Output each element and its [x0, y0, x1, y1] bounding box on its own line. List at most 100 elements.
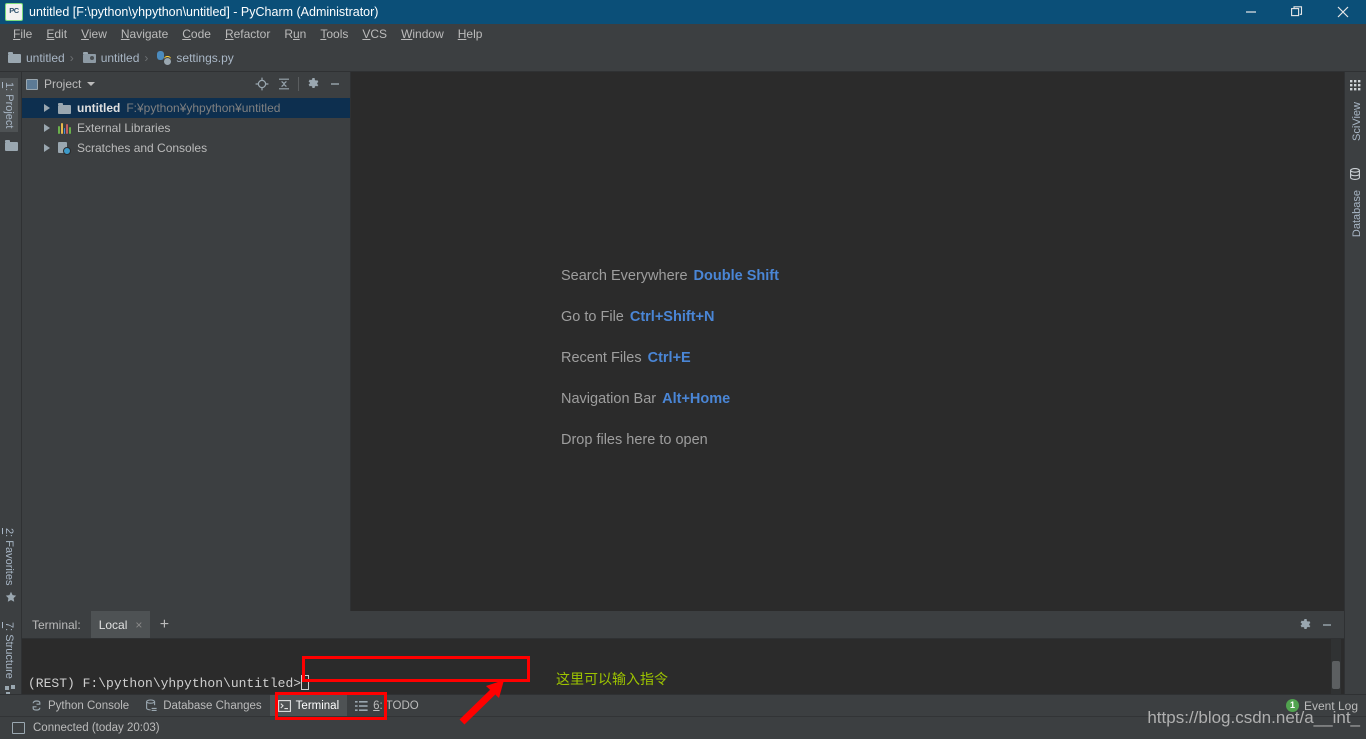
sidebar-item-database[interactable]: Database	[1348, 186, 1366, 241]
menu-refactor[interactable]: Refactor	[218, 25, 277, 43]
bottom-button-label: 6: TODO	[373, 699, 419, 712]
hint-label: Recent Files	[561, 350, 642, 366]
project-panel-actions	[251, 73, 346, 95]
terminal-tab-local[interactable]: Local ×	[90, 611, 151, 638]
collapse-all-icon[interactable]	[273, 73, 295, 95]
project-view-icon	[26, 78, 38, 90]
project-panel-header: Project	[22, 72, 350, 96]
minimize-button[interactable]	[1228, 0, 1274, 24]
project-panel-title-group[interactable]: Project	[26, 77, 96, 91]
locate-icon[interactable]	[251, 73, 273, 95]
terminal-label: Terminal:	[32, 617, 81, 632]
menu-window[interactable]: Window	[394, 25, 451, 43]
project-panel-title: Project	[44, 77, 82, 91]
hint-go-to-file: Go to File Ctrl+Shift+N	[561, 309, 779, 325]
breadcrumb-label: untitled	[100, 50, 140, 65]
sciview-label: SciView	[1351, 102, 1363, 141]
scratches-icon	[58, 141, 71, 155]
tree-node-label: External Libraries	[77, 121, 171, 135]
database-icon	[1349, 168, 1361, 180]
minimize-icon[interactable]	[324, 73, 346, 95]
sidebar-item-sciview[interactable]: SciView	[1348, 98, 1366, 145]
terminal-header: Terminal: Local × +	[22, 611, 1344, 639]
project-tool-window: Project untitled F:¥python¥yhpython¥unti…	[22, 72, 351, 611]
menu-vcs[interactable]: VCS	[355, 25, 394, 43]
window-title: untitled [F:\python\yhpython\untitled] -…	[29, 5, 379, 19]
bottom-button-todo[interactable]: 6: TODO	[347, 695, 427, 717]
menu-run[interactable]: Run	[277, 25, 313, 43]
minimize-icon[interactable]	[1316, 614, 1338, 636]
terminal-tab-label: Local	[98, 617, 128, 632]
gear-icon[interactable]	[1294, 614, 1316, 636]
editor-empty-area: Search Everywhere Double Shift Go to File…	[351, 72, 1344, 611]
menu-help[interactable]: Help	[451, 25, 490, 43]
terminal-prompt-line: (REST) F:\python\yhpython\untitled>	[28, 675, 310, 691]
bottom-button-python-console[interactable]: Python Console	[22, 695, 137, 717]
breadcrumb-item-file[interactable]: settings.py	[149, 50, 237, 66]
sidebar-item-favorites[interactable]: 2: Favorites	[0, 524, 18, 589]
bottom-button-label: Terminal	[295, 699, 340, 712]
chevron-right-icon[interactable]	[44, 124, 50, 132]
hint-recent-files: Recent Files Ctrl+E	[561, 350, 779, 366]
bottom-button-label: Python Console	[48, 699, 130, 712]
breadcrumb-item-project[interactable]: untitled	[0, 51, 69, 65]
hint-shortcut: Double Shift	[693, 268, 779, 284]
watermark: https://blog.csdn.net/a__int_	[1147, 708, 1360, 727]
status-text: Connected (today 20:03)	[33, 722, 160, 734]
breadcrumb-label: untitled	[26, 50, 65, 65]
close-icon[interactable]: ×	[135, 618, 142, 632]
tree-row-external-libraries[interactable]: External Libraries	[22, 118, 350, 138]
database-changes-icon	[145, 699, 158, 712]
pycharm-window: PC untitled [F:\python\yhpython\untitled…	[0, 0, 1366, 739]
title-bar: PC untitled [F:\python\yhpython\untitled…	[0, 0, 1366, 24]
editor-hints: Search Everywhere Double Shift Go to File…	[561, 268, 779, 473]
menu-file[interactable]: File	[6, 25, 39, 43]
restore-button[interactable]	[1274, 0, 1320, 24]
tree-row-scratches[interactable]: Scratches and Consoles	[22, 138, 350, 158]
window-controls	[1228, 0, 1366, 24]
bottom-button-terminal[interactable]: Terminal	[269, 694, 348, 717]
chevron-right-icon[interactable]	[44, 144, 50, 152]
menu-navigate[interactable]: Navigate	[114, 25, 175, 43]
hint-shortcut: Ctrl+Shift+N	[629, 309, 715, 325]
close-button[interactable]	[1320, 0, 1366, 24]
bottom-button-database-changes[interactable]: Database Changes	[137, 695, 269, 717]
terminal-cursor	[301, 675, 310, 690]
gear-icon[interactable]	[302, 73, 324, 95]
terminal-prompt: (REST) F:\python\yhpython\untitled>	[28, 676, 302, 691]
left-tool-stripe: 1: Project 2: Favorites 7: Structure	[0, 72, 22, 711]
terminal-header-actions	[1294, 614, 1344, 636]
panel-divider	[298, 77, 299, 91]
terminal-scrollbar-thumb[interactable]	[1332, 661, 1340, 689]
menu-tools[interactable]: Tools	[313, 25, 355, 43]
annotation-note: 这里可以输入指令	[556, 672, 668, 688]
bottom-button-label: Database Changes	[163, 699, 262, 712]
hint-label: Search Everywhere	[561, 268, 688, 284]
breadcrumb-label: settings.py	[176, 50, 234, 65]
star-icon	[5, 591, 17, 603]
hint-shortcut: Alt+Home	[662, 391, 731, 407]
tree-node-path: F:¥python¥yhpython¥untitled	[126, 101, 281, 115]
menu-edit[interactable]: Edit	[39, 25, 74, 43]
chevron-right-icon[interactable]	[44, 104, 50, 112]
sidebar-item-project[interactable]: 1: Project	[0, 78, 18, 133]
folder-icon	[8, 52, 21, 63]
sidebar-item-structure[interactable]: 7: Structure	[0, 618, 18, 683]
tree-node-label: Scratches and Consoles	[77, 141, 208, 155]
hint-search-everywhere: Search Everywhere Double Shift	[561, 268, 779, 284]
folder-icon	[58, 102, 71, 114]
module-folder-icon	[82, 52, 96, 63]
menu-code[interactable]: Code	[175, 25, 218, 43]
project-folder-icon	[5, 140, 18, 152]
terminal-icon	[277, 699, 291, 712]
new-terminal-tab-button[interactable]: +	[150, 611, 178, 638]
menu-bar: File Edit View Navigate Code Refactor Ru…	[0, 24, 1366, 44]
menu-view[interactable]: View	[74, 25, 114, 43]
tree-row-project[interactable]: untitled F:¥python¥yhpython¥untitled	[22, 98, 350, 118]
hint-label: Drop files here to open	[561, 432, 708, 448]
navigation-bar: untitled › untitled › settings.py dj unt…	[0, 44, 1366, 113]
library-icon	[58, 122, 71, 134]
hint-shortcut: Ctrl+E	[647, 350, 691, 366]
breadcrumb-item-module[interactable]: untitled	[75, 51, 144, 65]
hint-drop-files: Drop files here to open	[561, 432, 779, 448]
